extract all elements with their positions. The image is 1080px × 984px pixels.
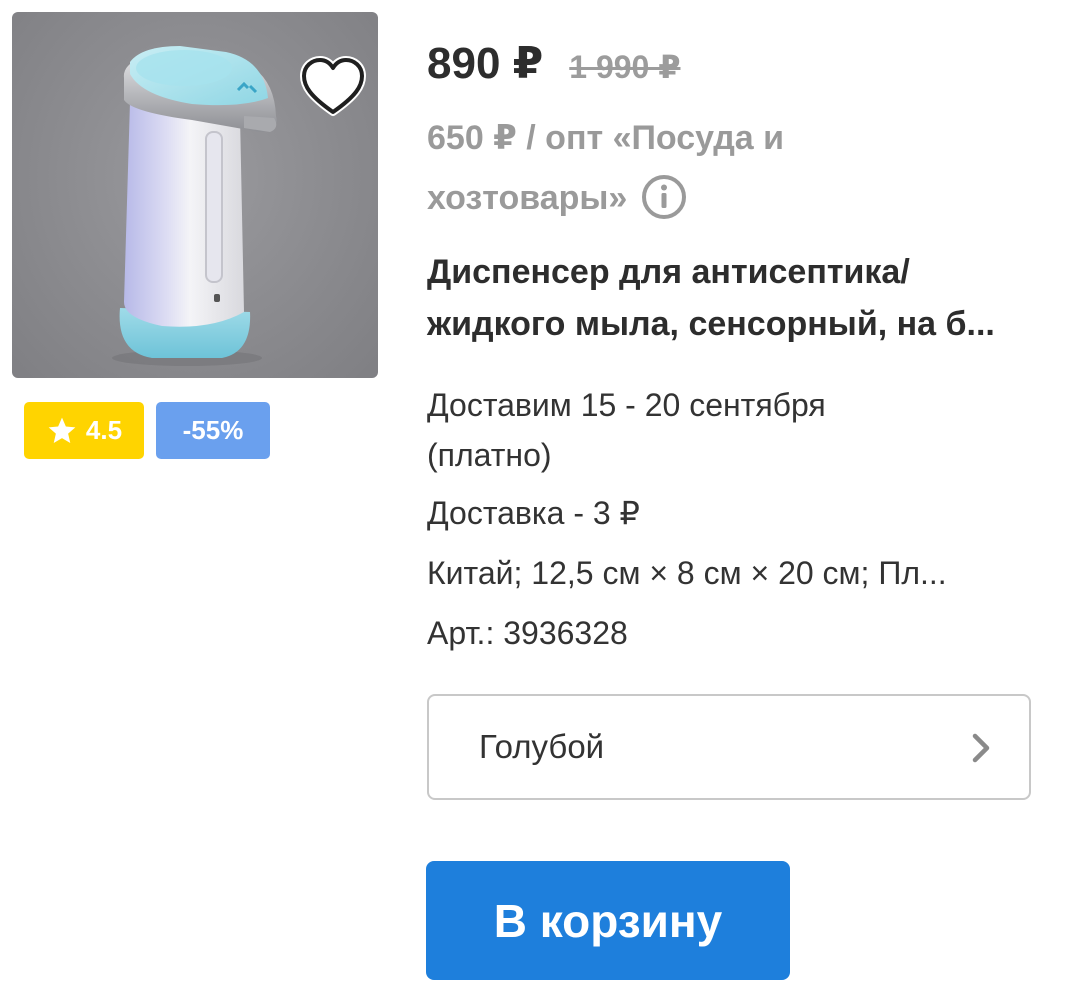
discount-badge: -55% — [156, 402, 270, 459]
wholesale-line-2: хозтовары» — [427, 179, 628, 217]
wholesale-line-1: 650 ₽ / опт «Посуда и — [427, 119, 785, 157]
heart-icon — [300, 56, 366, 116]
wholesale-line-2-wrap: хозтовары» — [427, 168, 847, 228]
wholesale-price: 650 ₽ / опт «Посуда и хозтовары» — [427, 108, 847, 228]
star-icon — [48, 417, 76, 443]
price-row: 890 ₽ 1 990 ₽ — [427, 38, 681, 89]
old-price: 1 990 ₽ — [569, 49, 681, 85]
product-specs: Китай; 12,5 см × 8 см × 20 см; Пл... — [427, 555, 947, 591]
product-title[interactable]: Диспенсер для антисептика/ жидкого мыла,… — [427, 246, 1047, 350]
rating-value: 4.5 — [85, 415, 123, 445]
chevron-right-icon — [972, 733, 990, 763]
current-price: 890 ₽ — [427, 39, 544, 88]
product-details: Доставим 15 - 20 сентября (платно) Доста… — [427, 380, 1047, 658]
delivery-date-line-1: Доставим 15 - 20 сентября — [427, 387, 826, 423]
badges: 4.5 -55% — [24, 402, 270, 459]
info-icon[interactable] — [641, 174, 687, 220]
title-line-1: Диспенсер для антисептика/ — [427, 253, 910, 291]
article-number: Арт.: 3936328 — [427, 615, 628, 651]
delivery-date-line-2: (платно) — [427, 437, 552, 473]
selected-variant: Голубой — [479, 728, 605, 765]
color-variant-select[interactable]: Голубой — [427, 694, 1031, 800]
product-image[interactable] — [12, 12, 378, 378]
add-to-cart-button[interactable]: В корзину — [426, 861, 790, 980]
delivery-cost: Доставка - 3 ₽ — [427, 495, 640, 531]
title-line-2: жидкого мыла, сенсорный, на б... — [427, 305, 995, 343]
favorite-button[interactable] — [300, 56, 366, 118]
rating-badge: 4.5 — [24, 402, 144, 459]
